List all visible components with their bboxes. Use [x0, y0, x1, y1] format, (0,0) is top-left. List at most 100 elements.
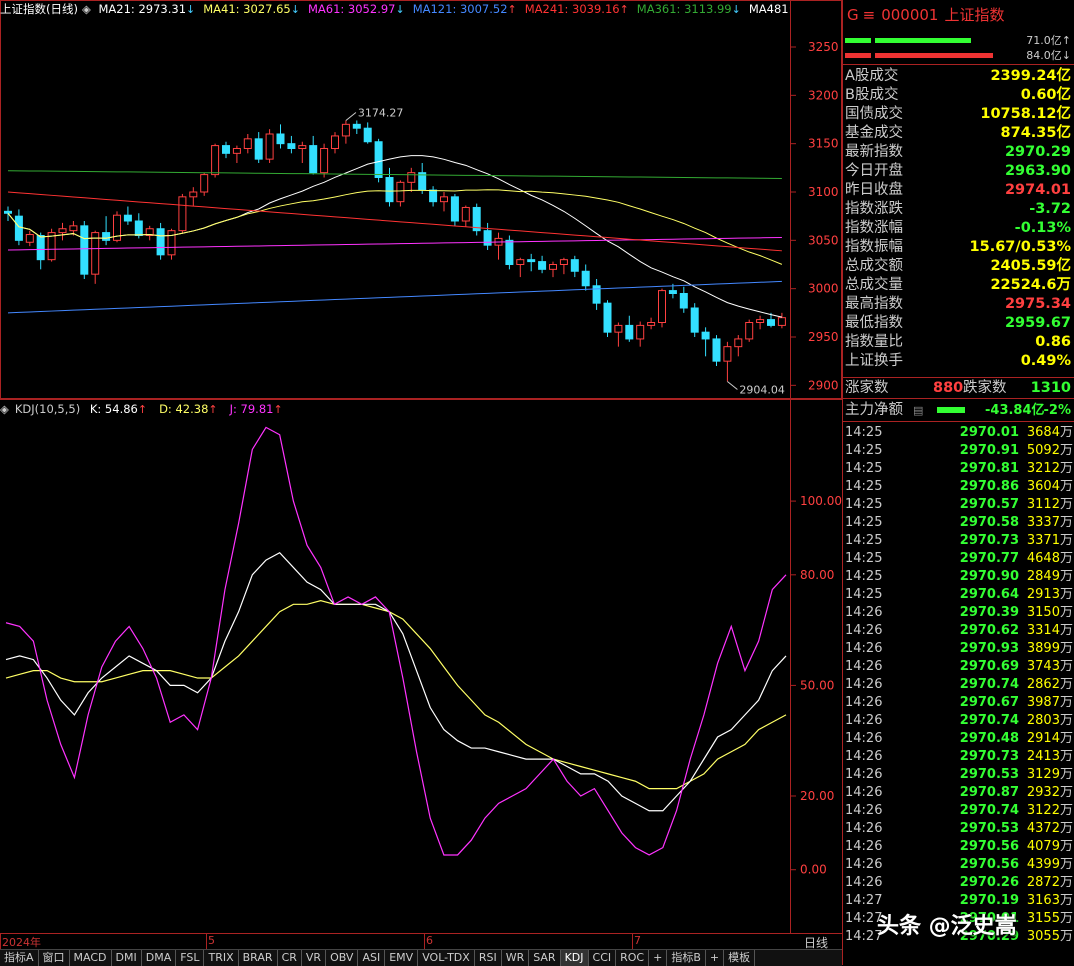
candle[interactable] — [658, 288, 666, 328]
candle[interactable] — [265, 129, 274, 163]
candle[interactable] — [559, 257, 568, 275]
candle[interactable] — [254, 132, 263, 163]
candle[interactable] — [189, 187, 198, 207]
indicator-tab[interactable]: RSI — [475, 950, 502, 966]
candle[interactable] — [58, 222, 67, 241]
indicator-tab[interactable]: KDJ — [560, 950, 589, 966]
indicator-tab[interactable]: ROC — [616, 950, 650, 966]
candle[interactable] — [647, 317, 656, 330]
indicator-tab[interactable]: ASI — [358, 950, 386, 966]
indicator-tab[interactable]: 模板 — [724, 950, 756, 966]
candle[interactable] — [483, 222, 492, 250]
group-tag[interactable]: G — [847, 6, 859, 24]
indicator-tab[interactable]: WR — [502, 950, 530, 966]
candle[interactable] — [287, 135, 296, 154]
price-axis-label: 3200 — [808, 88, 839, 102]
candle[interactable] — [178, 193, 187, 233]
candle[interactable] — [232, 145, 241, 163]
list-icon[interactable]: ▤ — [913, 401, 923, 420]
candle[interactable] — [243, 134, 252, 154]
candle[interactable] — [756, 315, 765, 330]
candle[interactable] — [298, 141, 307, 163]
candle[interactable] — [385, 167, 394, 207]
candle[interactable] — [516, 257, 525, 278]
candle[interactable] — [538, 255, 547, 274]
candle[interactable] — [418, 163, 427, 194]
candle[interactable] — [429, 186, 438, 207]
candle[interactable] — [679, 286, 688, 313]
candle[interactable] — [614, 322, 623, 347]
indicator-tab[interactable]: CCI — [589, 950, 617, 966]
indicator-tab[interactable]: 指标B — [667, 950, 706, 966]
candle[interactable] — [461, 205, 470, 227]
indicator-tab[interactable]: TRIX — [204, 950, 239, 966]
candle[interactable] — [200, 172, 209, 196]
candle[interactable] — [396, 180, 405, 207]
candle[interactable] — [712, 335, 721, 366]
indicator-tab[interactable]: MACD — [70, 950, 112, 966]
indicator-tab[interactable]: DMI — [112, 950, 142, 966]
candle[interactable] — [777, 312, 786, 329]
candle[interactable] — [570, 255, 579, 278]
candle[interactable] — [102, 216, 111, 246]
candle[interactable] — [440, 192, 448, 212]
candle[interactable] — [745, 319, 754, 342]
indicator-tab[interactable]: + — [706, 950, 725, 966]
period-label[interactable]: 日线 — [792, 934, 840, 950]
indicator-tab[interactable]: VR — [302, 950, 327, 966]
candle[interactable] — [450, 193, 459, 226]
candle[interactable] — [690, 303, 699, 337]
indicator-tab[interactable]: VOL-TDX — [418, 950, 475, 966]
chart-area[interactable]: 3250 3200 3150 3100 3050 3000 2950 2900 3174.27 2… — [0, 0, 842, 965]
candle[interactable] — [549, 261, 557, 278]
candle[interactable] — [636, 321, 645, 347]
indicator-tab[interactable]: 指标A — [0, 950, 39, 966]
candle[interactable] — [472, 203, 481, 236]
indicator-tab[interactable]: 窗口 — [39, 950, 70, 966]
candle[interactable] — [701, 327, 710, 357]
candle[interactable] — [723, 341, 732, 382]
candle[interactable] — [352, 120, 361, 134]
menu-icon[interactable]: ≡ — [863, 6, 876, 24]
candle[interactable] — [494, 232, 503, 260]
tick-price: 2970.91 — [959, 443, 1019, 458]
indicator-tab-bar[interactable]: 指标A 窗口 MACD DMI DMA FSL TRIX BRAR CR VR OBV ASI EMV V… — [0, 949, 842, 966]
indicator-tab[interactable]: OBV — [326, 950, 359, 966]
candle[interactable] — [145, 225, 154, 241]
main-flow-label[interactable]: 主力净额 — [845, 401, 903, 420]
candle[interactable] — [505, 235, 514, 270]
candle[interactable] — [36, 232, 45, 270]
candle[interactable] — [167, 228, 176, 260]
candle[interactable] — [407, 167, 416, 192]
candle[interactable] — [331, 132, 339, 154]
settings-diamond-icon[interactable]: ◈ — [82, 2, 91, 16]
indicator-tab[interactable]: SAR — [529, 950, 561, 966]
candle[interactable] — [47, 228, 56, 262]
candle[interactable] — [113, 211, 121, 243]
candle[interactable] — [123, 206, 132, 225]
candle[interactable] — [341, 120, 350, 144]
indicator-tab[interactable]: + — [649, 950, 668, 966]
indicator-tab[interactable]: DMA — [142, 950, 177, 966]
candle[interactable] — [309, 135, 318, 175]
candle[interactable] — [91, 230, 100, 284]
candle[interactable] — [156, 222, 165, 260]
kline-chart[interactable]: 3250 3200 3150 3100 3050 3000 2950 2900 3174.27 2… — [0, 0, 842, 934]
indicator-tab[interactable]: FSL — [176, 950, 205, 966]
candle[interactable] — [320, 143, 329, 178]
candle[interactable] — [527, 253, 536, 272]
candle[interactable] — [592, 279, 601, 310]
candle[interactable] — [603, 300, 612, 337]
candle[interactable] — [625, 315, 634, 342]
candle[interactable] — [734, 335, 743, 357]
candle[interactable] — [363, 122, 372, 144]
candle[interactable] — [80, 221, 89, 279]
candle[interactable] — [25, 230, 34, 247]
settings-diamond-icon[interactable]: ◈ — [0, 402, 9, 416]
indicator-tab[interactable]: CR — [278, 950, 302, 966]
candle[interactable] — [581, 264, 590, 291]
candle[interactable] — [276, 124, 285, 149]
indicator-tab[interactable]: BRAR — [239, 950, 278, 966]
candle[interactable] — [222, 141, 230, 159]
indicator-tab[interactable]: EMV — [385, 950, 419, 966]
